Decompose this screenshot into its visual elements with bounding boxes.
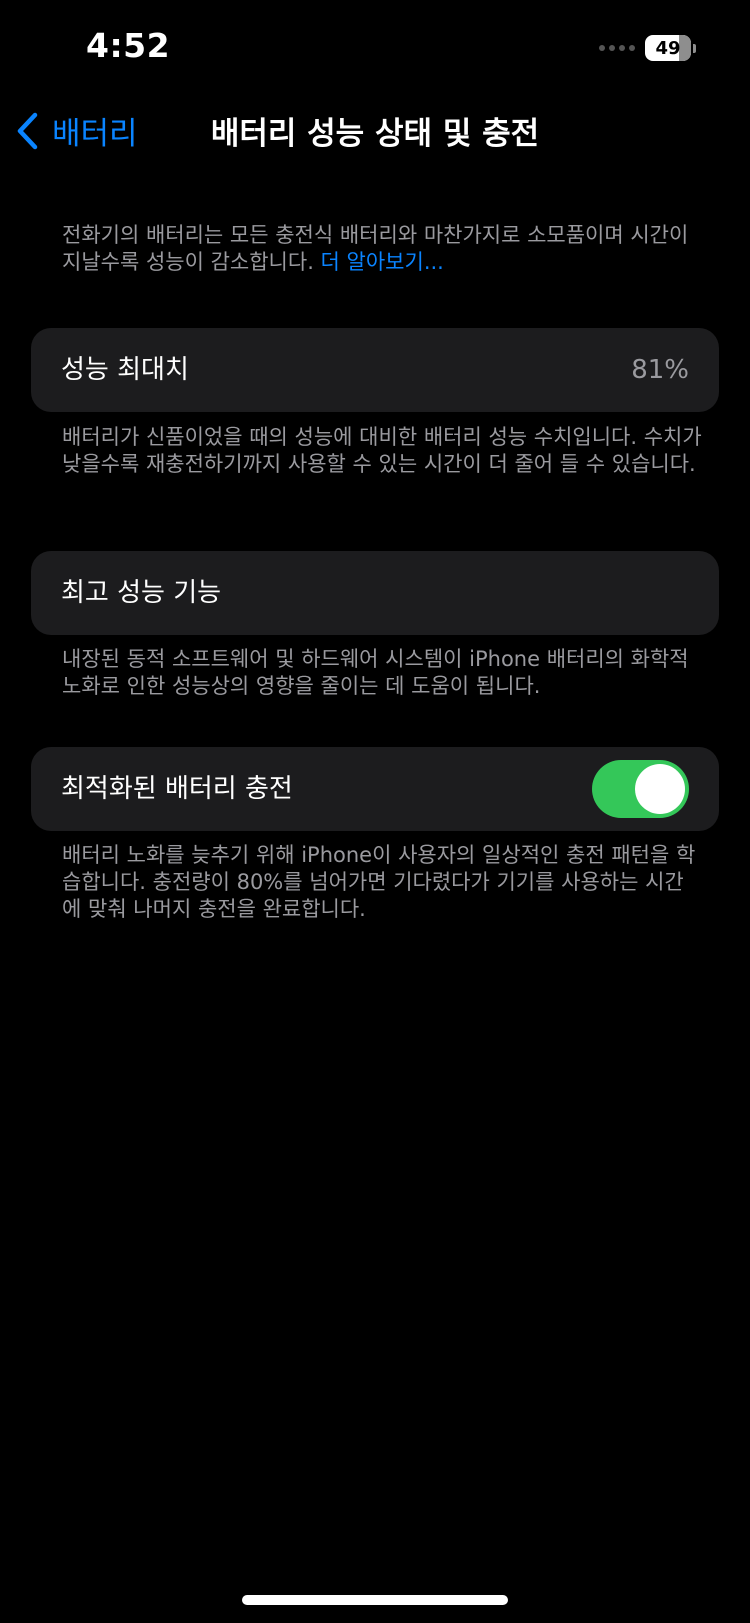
peak-performance-row: 최고 성능 기능 [31, 551, 719, 635]
battery-level: 49 [655, 37, 681, 59]
back-button-label: 배터리 [52, 116, 138, 152]
max-capacity-row: 성능 최대치 81% [31, 328, 719, 412]
signal-icon [599, 45, 635, 51]
battery-icon: 49 [645, 35, 696, 61]
optimized-charging-toggle[interactable] [592, 760, 689, 818]
peak-performance-label: 최고 성능 기능 [61, 578, 222, 608]
optimized-charging-footnote: 배터리 노화를 늦추기 위해 iPhone이 사용자의 일상적인 충전 패턴을 … [62, 843, 696, 921]
max-capacity-label: 성능 최대치 [61, 355, 189, 385]
max-capacity-footnote: 배터리가 신품이었을 때의 성능에 대비한 배터리 성능 수치입니다. 수치가 … [62, 425, 702, 476]
status-time: 4:52 [86, 26, 171, 65]
back-button[interactable]: 배터리 [16, 108, 138, 153]
optimized-charging-row: 최적화된 배터리 충전 [31, 747, 719, 831]
chevron-left-icon [17, 112, 38, 149]
home-indicator[interactable] [242, 1595, 508, 1605]
optimized-charging-label: 최적화된 배터리 충전 [61, 774, 293, 804]
intro-description: 전화기의 배터리는 모든 충전식 배터리와 마찬가지로 소모품이며 시간이 지날… [62, 222, 702, 276]
status-indicators: 49 [599, 34, 696, 62]
toggle-knob [635, 764, 685, 814]
max-capacity-value: 81% [631, 355, 689, 385]
peak-performance-footnote: 내장된 동적 소프트웨어 및 하드웨어 시스템이 iPhone 배터리의 화학적… [62, 647, 689, 698]
learn-more-link[interactable]: 더 알아보기... [321, 250, 444, 274]
